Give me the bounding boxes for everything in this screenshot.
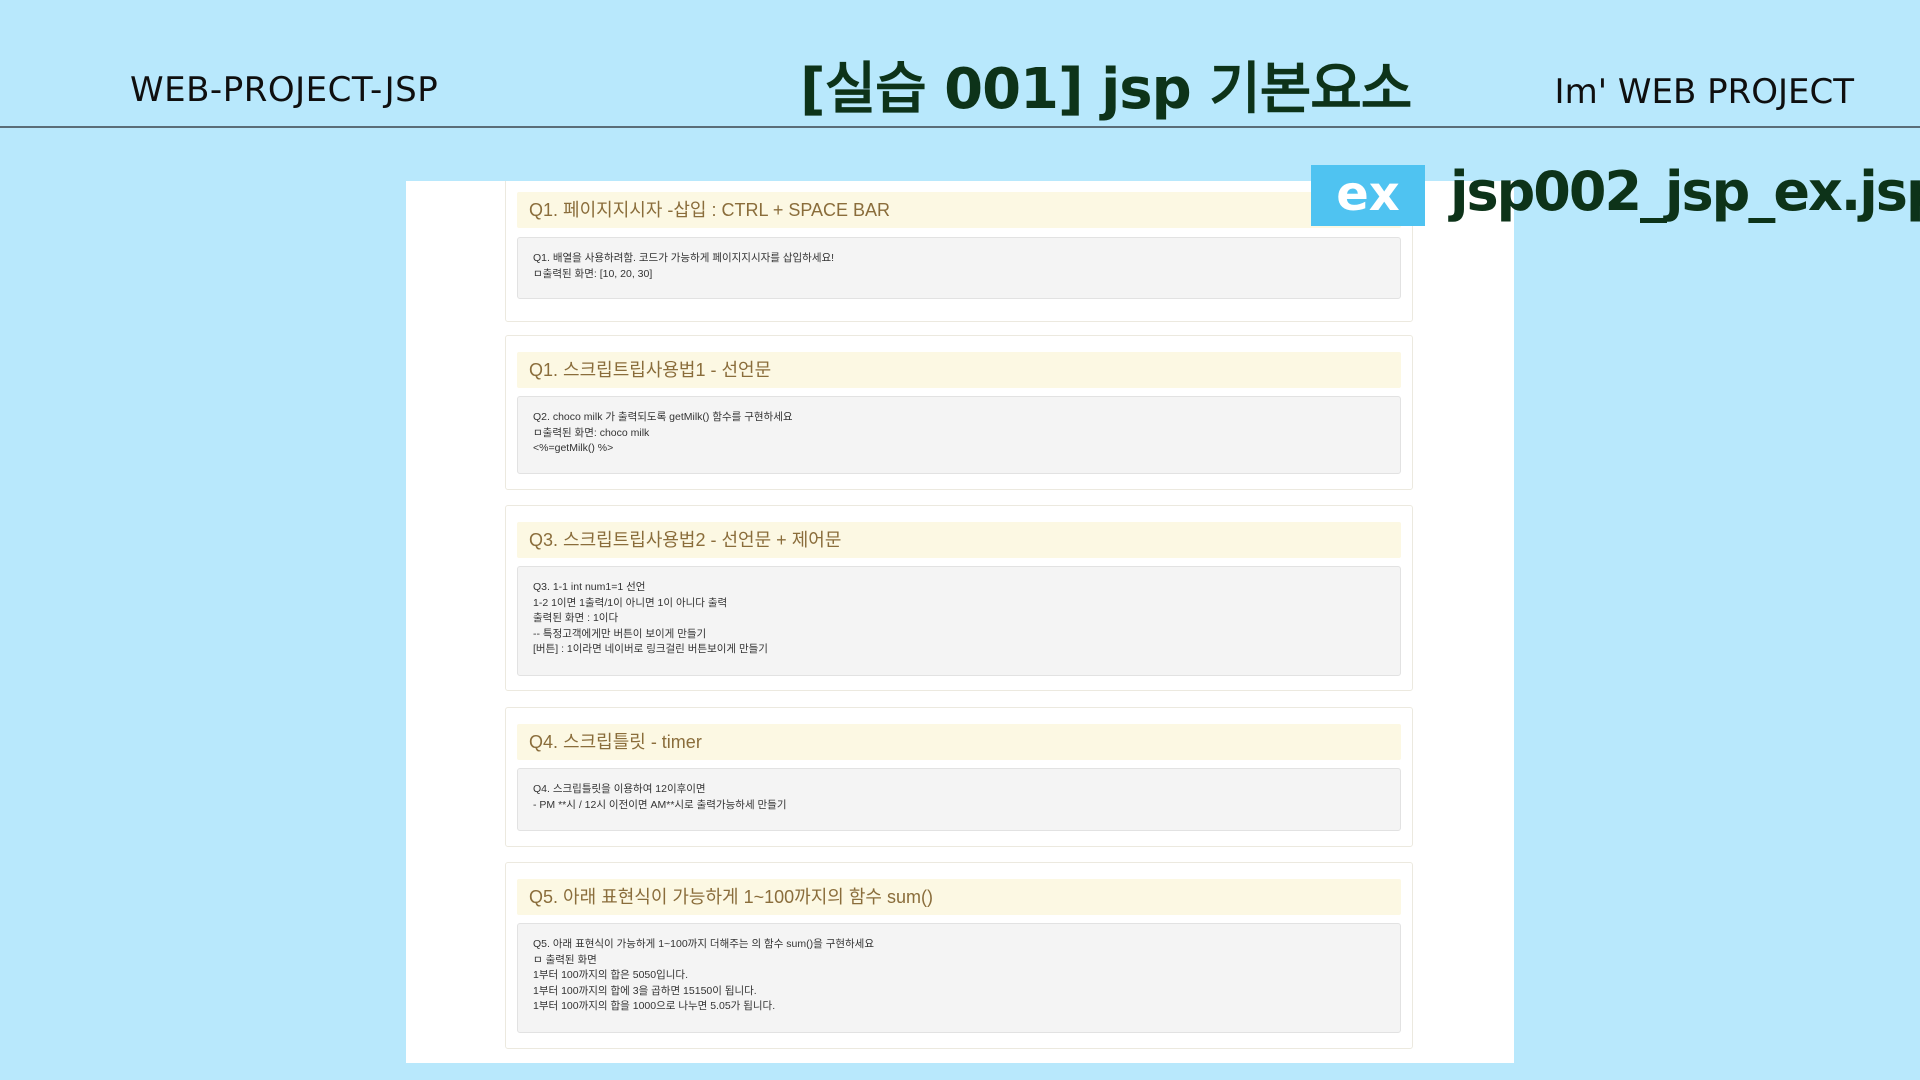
card-body-line: ㅁ 출력된 화면 bbox=[533, 953, 597, 966]
question-card-2: Q1. 스크립트립사용법1 - 선언문 Q2. choco milk 가 출력되… bbox=[505, 335, 1413, 490]
question-card-1: Q1. 페이지지시자 -삽입 : CTRL + SPACE BAR Q1. 배열… bbox=[505, 181, 1413, 322]
header-divider bbox=[0, 126, 1920, 128]
card-body: Q5. 아래 표현식이 가능하게 1~100까지 더해주는 의 함수 sum()… bbox=[517, 923, 1401, 1033]
question-card-4: Q4. 스크립틀릿 - timer Q4. 스크립틀릿을 이용하여 12이후이면… bbox=[505, 707, 1413, 847]
card-body-line: Q4. 스크립틀릿을 이용하여 12이후이면 bbox=[533, 783, 706, 795]
card-body-line: 1부터 100까지의 합을 1000으로 나누면 5.05가 됩니다. bbox=[533, 1000, 776, 1013]
example-filename: jsp002_jsp_ex.jsp bbox=[1450, 160, 1920, 223]
card-body-line: <%=getMilk() %> bbox=[533, 442, 614, 455]
card-body-line: ㅁ출력된 화면: choco milk bbox=[533, 426, 650, 439]
card-heading: Q1. 스크립트립사용법1 - 선언문 bbox=[517, 352, 1401, 388]
card-body-line: Q1. 배열을 사용하려함. 코드가 가능하게 페이지지시자를 삽입하세요! bbox=[533, 252, 835, 264]
question-card-3: Q3. 스크립트립사용법2 - 선언문 + 제어문 Q3. 1-1 int nu… bbox=[505, 505, 1413, 691]
card-heading: Q3. 스크립트립사용법2 - 선언문 + 제어문 bbox=[517, 522, 1401, 558]
card-body-line: Q2. choco milk 가 출력되도록 getMilk() 함수를 구현하… bbox=[533, 411, 793, 423]
ex-badge: ex bbox=[1311, 165, 1425, 226]
card-body-line: -- 특정고객에게만 버튼이 보이게 만들기 bbox=[533, 627, 707, 640]
card-heading: Q4. 스크립틀릿 - timer bbox=[517, 724, 1401, 760]
card-heading: Q1. 페이지지시자 -삽입 : CTRL + SPACE BAR bbox=[517, 192, 1401, 228]
card-body: Q3. 1-1 int num1=1 선언 1-2 1이면 1출력/1이 아니면… bbox=[517, 566, 1401, 676]
card-body-line: 1부터 100까지의 합에 3을 곱하면 15150이 됩니다. bbox=[533, 984, 757, 997]
card-body-line: Q3. 1-1 int num1=1 선언 bbox=[533, 581, 646, 593]
card-body-line: 1부터 100까지의 합은 5050입니다. bbox=[533, 969, 688, 982]
card-body-line: - PM **시 / 12시 이전이면 AM**시로 출력가능하세 만들기 bbox=[533, 798, 787, 811]
card-body-line: 1-2 1이면 1출력/1이 아니면 1이 아니다 출력 bbox=[533, 596, 728, 609]
card-heading: Q5. 아래 표현식이 가능하게 1~100까지의 함수 sum() bbox=[517, 879, 1401, 915]
card-body: Q2. choco milk 가 출력되도록 getMilk() 함수를 구현하… bbox=[517, 396, 1401, 474]
card-body-line: [버튼] : 1이라면 네이버로 링크걸린 버튼보이게 만들기 bbox=[533, 643, 768, 656]
card-body-line: Q5. 아래 표현식이 가능하게 1~100까지 더해주는 의 함수 sum()… bbox=[533, 938, 874, 950]
card-body: Q4. 스크립틀릿을 이용하여 12이후이면 - PM **시 / 12시 이전… bbox=[517, 768, 1401, 831]
card-body-line: 출력된 화면 : 1이다 bbox=[533, 612, 619, 625]
lesson-title: [실습 001] jsp 기본요소 bbox=[800, 57, 1412, 122]
brand-title: Im' WEB PROJECT bbox=[1554, 72, 1854, 112]
card-body-line: ㅁ출력된 화면: [10, 20, 30] bbox=[533, 267, 653, 280]
question-card-5: Q5. 아래 표현식이 가능하게 1~100까지의 함수 sum() Q5. 아… bbox=[505, 862, 1413, 1049]
page-screenshot: Q1. 페이지지시자 -삽입 : CTRL + SPACE BAR Q1. 배열… bbox=[406, 181, 1514, 1063]
card-body: Q1. 배열을 사용하려함. 코드가 가능하게 페이지지시자를 삽입하세요! ㅁ… bbox=[517, 237, 1401, 299]
course-title: WEB-PROJECT-JSP bbox=[130, 70, 439, 110]
